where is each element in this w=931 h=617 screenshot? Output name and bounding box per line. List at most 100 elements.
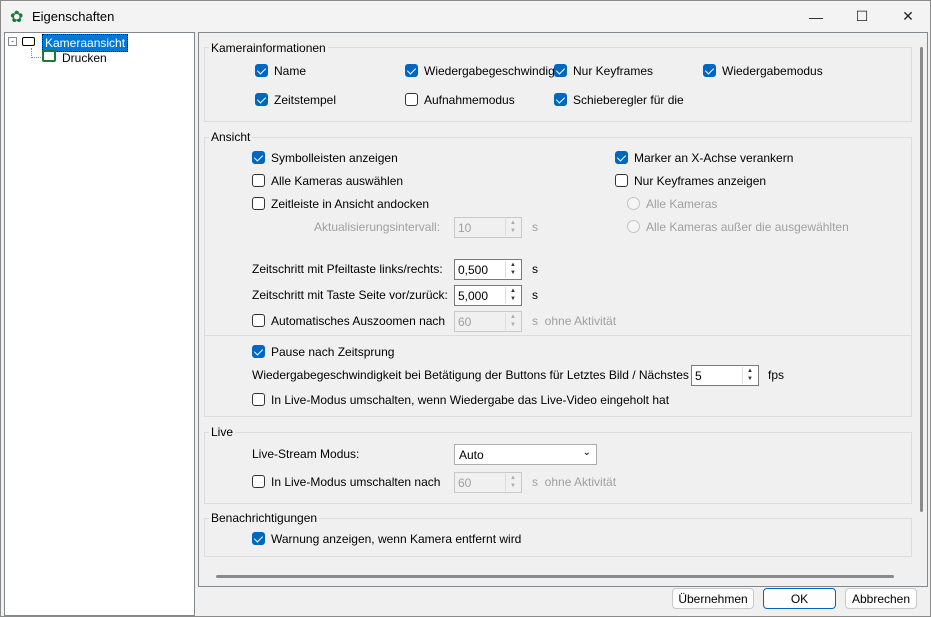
vertical-scrollbar[interactable] <box>920 47 923 512</box>
speed-value: 5 <box>695 369 702 383</box>
label-symbolleisten: Symbolleisten anzeigen <box>271 151 398 165</box>
title-bar: ✿ Eigenschaften — ☐ ✕ <box>1 1 930 32</box>
speed-spinner[interactable]: 5 ▲ ▼ <box>691 365 759 386</box>
unit-s: s <box>532 262 538 276</box>
checkbox-name[interactable] <box>255 64 268 77</box>
spin-down-icon[interactable]: ▼ <box>506 321 520 329</box>
window-title: Eigenschaften <box>32 9 115 24</box>
spin-down-icon[interactable]: ▼ <box>506 269 520 277</box>
label-marker: Marker an X-Achse verankern <box>634 151 794 165</box>
label-live-nach: In Live-Modus umschalten nach <box>271 475 441 489</box>
checkbox-zeitstempel[interactable] <box>255 93 268 106</box>
auszoomen-spinner[interactable]: 60 ▲ ▼ <box>454 311 522 332</box>
label-radio-alle-kameras: Alle Kameras <box>646 197 718 211</box>
label-zeitleiste: Zeitleiste in Ansicht andocken <box>271 197 430 211</box>
checkbox-warnung[interactable] <box>252 532 265 545</box>
checkbox-marker[interactable] <box>615 151 628 164</box>
auszoomen-value: 60 <box>458 315 472 329</box>
cancel-button[interactable]: Abbrechen <box>845 588 917 609</box>
spin-up-icon[interactable]: ▲ <box>743 367 757 375</box>
settings-tree: - Kameraansicht Drucken <box>4 32 195 616</box>
checkbox-zeitleiste[interactable] <box>252 197 265 210</box>
spin-up-icon[interactable]: ▲ <box>506 313 520 321</box>
checkbox-pause[interactable] <box>252 345 265 358</box>
label-wiedergabegeschwindig: Wiedergabegeschwindig <box>424 64 555 78</box>
live-mode-value: Auto <box>459 448 484 462</box>
legend-benachrichtigungen: Benachrichtigungen <box>209 511 320 525</box>
checkbox-wiedergabegeschwindig[interactable] <box>405 64 418 77</box>
spin-up-icon[interactable]: ▲ <box>506 261 520 269</box>
label-pfeiltaste: Zeitschritt mit Pfeiltaste links/rechts: <box>252 262 443 276</box>
ok-button[interactable]: OK <box>763 588 836 609</box>
collapse-icon[interactable]: - <box>8 37 17 46</box>
legend-kamerainformationen: Kamerainformationen <box>209 41 328 55</box>
label-pause: Pause nach Zeitsprung <box>271 345 395 359</box>
live-mode-select[interactable]: Auto ⌄ <box>454 444 597 465</box>
radio-alle-kameras[interactable] <box>627 197 640 210</box>
chevron-down-icon: ⌄ <box>582 447 591 458</box>
label-name: Name <box>274 64 307 78</box>
checkbox-live-nach[interactable] <box>252 475 265 488</box>
spin-down-icon[interactable]: ▼ <box>506 295 520 303</box>
checkbox-aufnahmemodus[interactable] <box>405 93 418 106</box>
label-live-switch: In Live-Modus umschalten, wenn Wiedergab… <box>271 393 670 407</box>
spin-down-icon[interactable]: ▼ <box>743 375 757 383</box>
checkbox-schieberegler[interactable] <box>554 93 567 106</box>
legend-ansicht: Ansicht <box>209 130 253 144</box>
label-live-mode: Live-Stream Modus: <box>252 447 360 461</box>
label-speed: Wiedergabegeschwindigkeit bei Betätigung… <box>252 368 713 382</box>
checkbox-nur-keyframes-anzeigen[interactable] <box>615 174 628 187</box>
intervall-value: 10 <box>458 221 472 235</box>
printer-icon <box>42 50 56 62</box>
label-seite: Zeitschritt mit Taste Seite vor/zurück: <box>252 288 448 302</box>
radio-alle-ausser[interactable] <box>627 220 640 233</box>
checkbox-live-switch[interactable] <box>252 393 265 406</box>
checkbox-nur-keyframes[interactable] <box>554 64 567 77</box>
spin-up-icon[interactable]: ▲ <box>506 287 520 295</box>
tree-item-drucken[interactable]: Drucken <box>62 51 107 65</box>
label-alle-kameras: Alle Kameras auswählen <box>271 174 404 188</box>
pfeiltaste-spinner[interactable]: 0,500 ▲ ▼ <box>454 259 522 280</box>
checkbox-wiedergabemodus[interactable] <box>703 64 716 77</box>
checkbox-symbolleisten[interactable] <box>252 151 265 164</box>
settings-panel: Kamerainformationen Name Zeitstempel Wie… <box>198 32 928 587</box>
label-warnung: Warnung anzeigen, wenn Kamera entfernt w… <box>271 532 522 546</box>
horizontal-scrollbar[interactable] <box>216 575 894 578</box>
spin-up-icon[interactable]: ▲ <box>506 219 520 227</box>
checkbox-auszoomen[interactable] <box>252 314 265 327</box>
group-kamerainformationen <box>204 47 912 122</box>
label-wiedergabemodus: Wiedergabemodus <box>722 64 823 78</box>
spin-up-icon[interactable]: ▲ <box>506 474 520 482</box>
label-zeitstempel: Zeitstempel <box>274 93 337 107</box>
minimize-button[interactable]: — <box>793 1 839 32</box>
close-button[interactable]: ✕ <box>885 1 931 32</box>
label-aufnahmemodus: Aufnahmemodus <box>424 93 515 107</box>
group-live <box>204 432 912 504</box>
unit-fps: fps <box>768 368 785 382</box>
label-intervall: Aktualisierungsintervall: <box>314 220 441 234</box>
properties-window: ✿ Eigenschaften — ☐ ✕ - Kameraansicht Dr… <box>0 0 931 617</box>
maximize-button[interactable]: ☐ <box>839 1 885 32</box>
label-schieberegler: Schieberegler für die <box>573 93 684 107</box>
spin-down-icon[interactable]: ▼ <box>506 482 520 490</box>
seite-value: 5,000 <box>458 289 489 303</box>
label-ohne-aktivitaet: s ohne Aktivität <box>532 314 617 328</box>
unit-s: s <box>532 288 538 302</box>
intervall-spinner[interactable]: 10 ▲ ▼ <box>454 217 522 238</box>
label-radio-alle-ausser: Alle Kameras außer die ausgewählten <box>646 220 849 234</box>
live-nach-spinner[interactable]: 60 ▲ ▼ <box>454 472 522 493</box>
label-live-ohne: s ohne Aktivität <box>532 475 617 489</box>
apply-button[interactable]: Übernehmen <box>672 588 754 609</box>
checkbox-alle-kameras[interactable] <box>252 174 265 187</box>
label-nur-keyframes: Nur Keyframes <box>573 64 654 78</box>
legend-live: Live <box>209 425 236 439</box>
divider <box>205 335 911 336</box>
label-auszoomen: Automatisches Auszoomen nach <box>271 314 446 328</box>
camera-icon <box>22 37 35 46</box>
pfeiltaste-value: 0,500 <box>458 263 489 277</box>
live-nach-value: 60 <box>458 476 472 490</box>
spin-down-icon[interactable]: ▼ <box>506 227 520 235</box>
unit-s: s <box>532 220 538 234</box>
seite-spinner[interactable]: 5,000 ▲ ▼ <box>454 285 522 306</box>
tree-connector <box>31 48 41 58</box>
